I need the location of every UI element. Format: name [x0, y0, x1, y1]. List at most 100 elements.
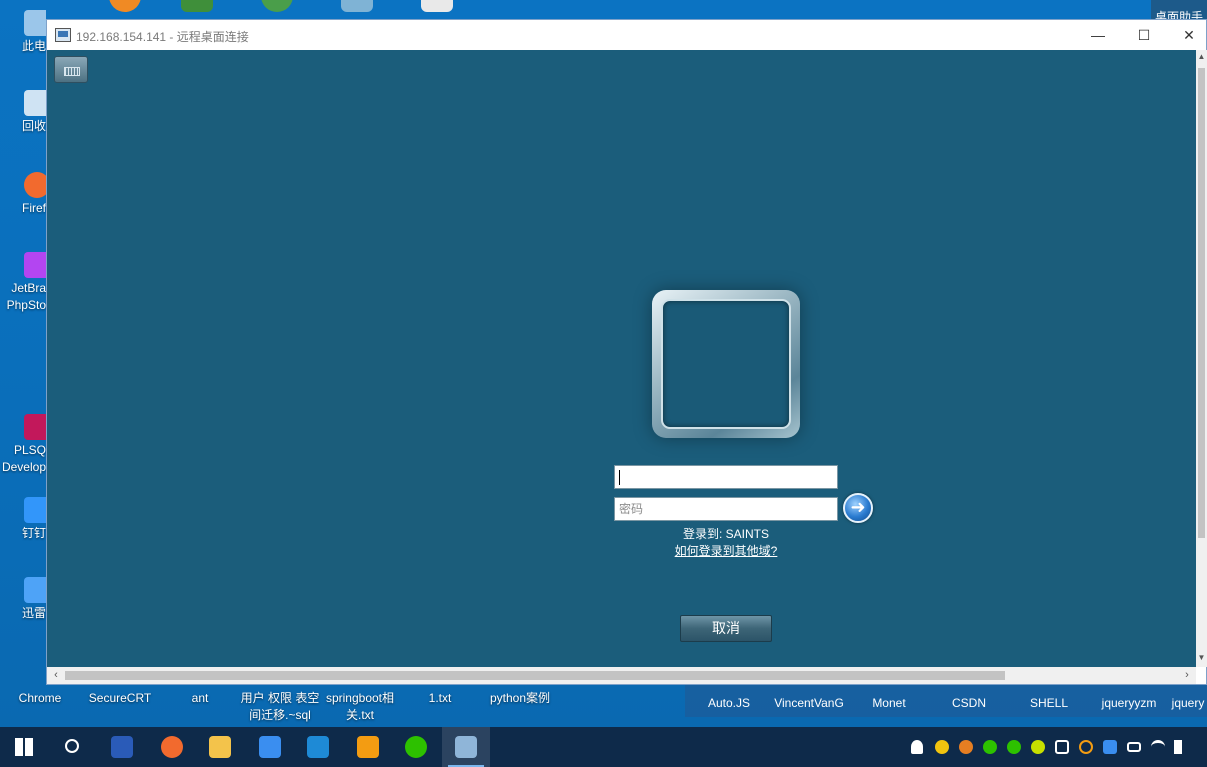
cancel-button[interactable]: 取消	[680, 615, 772, 642]
thunder-icon	[24, 577, 46, 603]
folder-item[interactable]: SHELL	[1009, 696, 1089, 710]
desktop-icon-label: Firef	[22, 201, 46, 215]
taskbar-virtualbox[interactable]	[344, 727, 392, 767]
folder-item[interactable]: Auto.JS	[689, 696, 769, 710]
user-avatar-tile	[652, 290, 800, 438]
horizontal-scroll-thumb[interactable]	[65, 671, 1005, 680]
qq-icon[interactable]	[935, 740, 949, 754]
desktop-top-icon-5[interactable]	[400, 0, 474, 14]
search-tray-icon[interactable]	[1079, 740, 1093, 754]
folder-item[interactable]: Monet	[849, 696, 929, 710]
taskbar-docs[interactable]	[246, 727, 294, 767]
password-placeholder: 密码	[619, 502, 644, 516]
copy-icon[interactable]	[1055, 740, 1069, 754]
notification-bell-icon[interactable]	[911, 740, 923, 754]
remote-desktop-window: 192.168.154.141 - 远程桌面连接 — ☐ ✕ 密码 ➜ 登录到:…	[46, 19, 1207, 685]
desktop-icon-dingtalk[interactable]: 钉钉	[0, 497, 46, 542]
user-avatar	[661, 299, 791, 429]
folder-toolbar: Auto.JS VincentVanG Monet CSDN SHELL jqu…	[685, 683, 1207, 717]
desktop-top-icon-4[interactable]	[320, 0, 394, 14]
submit-arrow-button[interactable]: ➜	[843, 493, 873, 523]
taskbar-file-explorer[interactable]	[196, 727, 244, 767]
desktop-icon-springboot-txt[interactable]: springboot相关.txt	[320, 690, 400, 724]
taskbar-search[interactable]	[48, 727, 96, 767]
phpstorm-icon	[24, 252, 46, 278]
desktop-helper-strip[interactable]: 桌面助手	[1151, 0, 1207, 24]
desktop-icon-1-txt[interactable]: 1.txt	[400, 690, 480, 707]
taskbar-powershell[interactable]	[98, 727, 146, 767]
desktop-icon-label: 回收	[21, 119, 46, 133]
scroll-left-icon[interactable]: ‹	[49, 668, 63, 682]
recycle-bin-icon	[24, 90, 46, 116]
desktop-icon-ant[interactable]: ant	[160, 690, 240, 707]
taskbar-remote-desktop[interactable]	[442, 727, 490, 767]
desktop-top-icon-1[interactable]	[88, 0, 162, 14]
taskbar-wechat[interactable]	[392, 727, 440, 767]
scroll-up-icon[interactable]: ▲	[1197, 52, 1206, 64]
database-icon	[24, 414, 46, 440]
remote-desktop-icon	[455, 736, 477, 758]
window-titlebar[interactable]: 192.168.154.141 - 远程桌面连接 — ☐ ✕	[47, 20, 1206, 50]
vscode-icon	[307, 736, 329, 758]
desktop-icon-sql-file[interactable]: 用户 权限 表空间迁移.~sql	[240, 690, 320, 724]
wechat-work-tray-icon[interactable]	[1007, 740, 1021, 754]
vertical-scrollbar[interactable]: ▲ ▼	[1196, 50, 1207, 667]
maximize-button[interactable]: ☐	[1121, 20, 1167, 50]
username-input[interactable]	[614, 465, 838, 489]
volume-icon[interactable]	[1174, 740, 1182, 754]
desktop-icon-thunder[interactable]: 迅雷	[0, 577, 46, 622]
folder-item[interactable]: jquery	[1169, 696, 1207, 710]
password-input[interactable]: 密码	[614, 497, 838, 521]
close-button[interactable]: ✕	[1166, 20, 1207, 50]
desktop-top-icon-2[interactable]	[160, 0, 234, 14]
dingtalk-icon	[24, 497, 46, 523]
folder-item[interactable]: CSDN	[929, 696, 1009, 710]
virtualbox-icon	[357, 736, 379, 758]
keyboard-icon[interactable]	[54, 56, 88, 83]
folder-item[interactable]: jqueryyzm	[1089, 696, 1169, 710]
desktop-icon-firefox[interactable]: Firef	[0, 172, 46, 217]
desktop-icon-label: JetBra PhpSto	[6, 281, 46, 312]
add-icon[interactable]	[1031, 740, 1045, 754]
desktop-icon-securecrt[interactable]: SecureCRT	[80, 690, 160, 707]
taskbar-vscode[interactable]	[294, 727, 342, 767]
wechat-tray-icon[interactable]	[983, 740, 997, 754]
scroll-right-icon[interactable]: ›	[1180, 668, 1194, 682]
vertical-scroll-thumb[interactable]	[1198, 68, 1205, 538]
windows-icon	[15, 738, 33, 756]
remote-desktop-icon	[55, 28, 71, 42]
folder-item[interactable]: VincentVanG	[769, 696, 849, 710]
wechat-icon	[405, 736, 427, 758]
desktop-icon-label: 钉钉	[21, 526, 46, 540]
docs-icon	[259, 736, 281, 758]
wifi-icon[interactable]	[1151, 740, 1165, 754]
search-icon	[65, 739, 79, 753]
text-caret	[619, 470, 620, 485]
desktop-icon-label: 此电	[21, 39, 46, 53]
firefox-icon	[24, 172, 46, 198]
desktop-icon-this-pc[interactable]: 此电	[0, 10, 46, 55]
computer-icon	[24, 10, 46, 36]
minimize-button[interactable]: —	[1075, 20, 1121, 50]
battery-icon[interactable]	[1127, 742, 1141, 752]
powershell-icon	[111, 736, 133, 758]
desktop-icon-label: 迅雷	[21, 606, 46, 620]
desktop-icon-recycle-bin[interactable]: 回收	[0, 90, 46, 135]
horizontal-scrollbar[interactable]: ‹ ›	[47, 667, 1196, 684]
taskbar-firefox[interactable]	[148, 727, 196, 767]
remote-login-screen: 密码 ➜ 登录到: SAINTS 如何登录到其他域? 取消	[47, 50, 1196, 667]
desktop-icon-phpstorm[interactable]: JetBra PhpSto	[0, 252, 46, 314]
scroll-down-icon[interactable]: ▼	[1197, 653, 1206, 665]
desktop-icon-chrome[interactable]: Chrome	[0, 690, 80, 707]
docs-tray-icon[interactable]	[1103, 740, 1117, 754]
desktop-icon-label: PLSQ Develop	[1, 443, 46, 474]
desktop-icon-python-folder[interactable]: python案例	[480, 690, 560, 707]
login-domain-text: 登录到: SAINTS	[682, 527, 769, 541]
desktop-icon-plsql[interactable]: PLSQ Develop	[0, 414, 46, 476]
start-button[interactable]	[0, 727, 48, 767]
other-domain-link[interactable]: 如何登录到其他域?	[614, 542, 838, 559]
tray-app-icon[interactable]	[959, 740, 973, 754]
desktop-top-icon-3[interactable]	[240, 0, 314, 14]
taskbar	[0, 727, 1207, 767]
firefox-icon	[161, 736, 183, 758]
